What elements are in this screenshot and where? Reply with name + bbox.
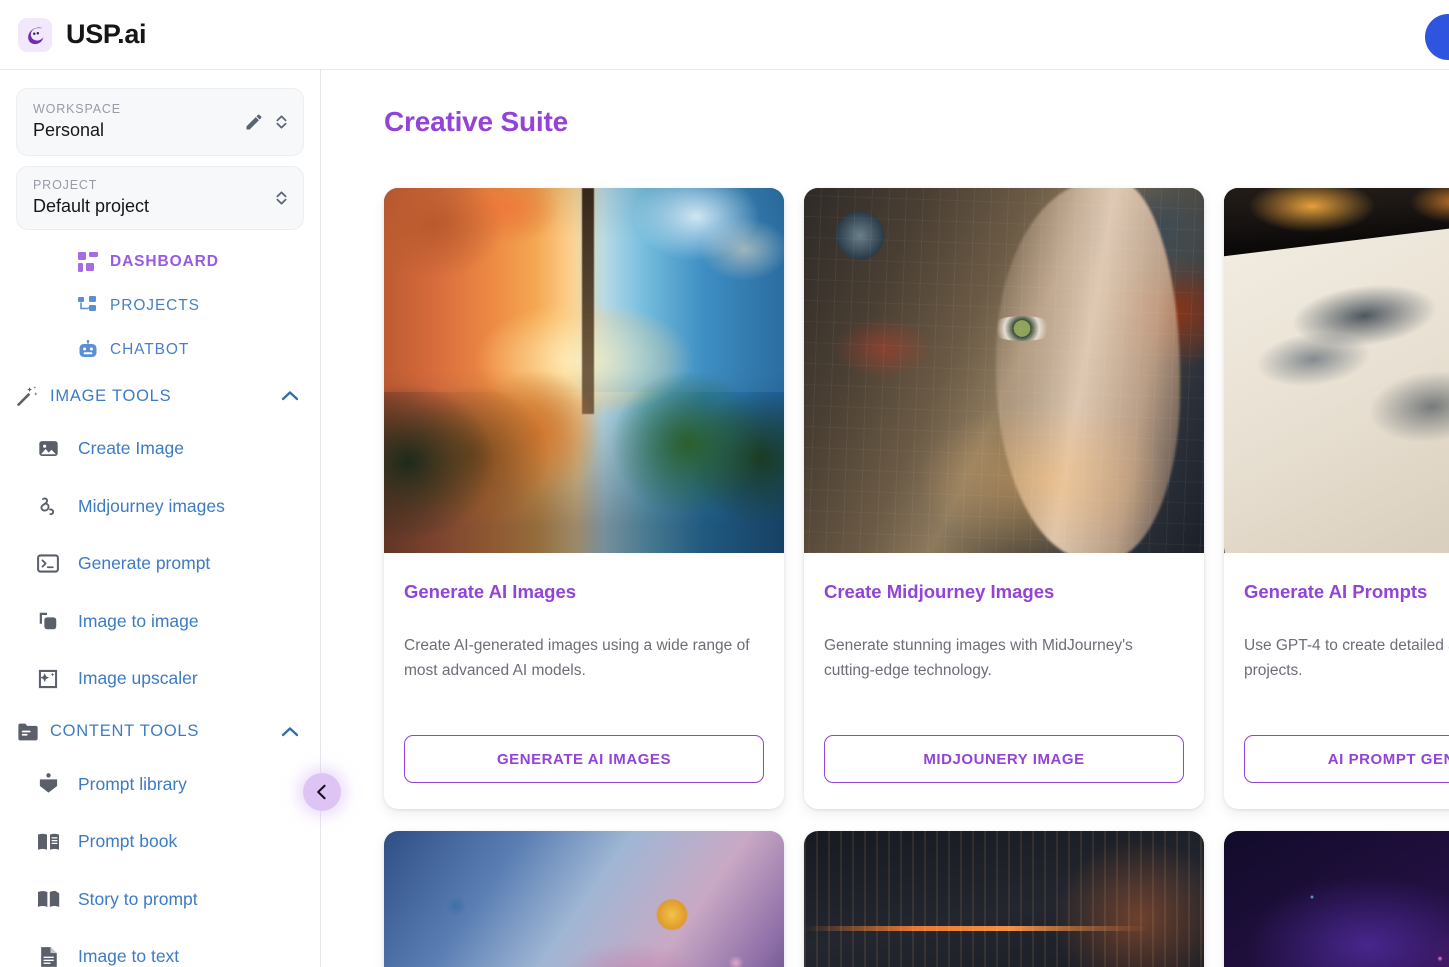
top-bar: USP.ai (0, 0, 1449, 70)
chevron-updown-icon[interactable] (274, 187, 289, 209)
chevron-updown-icon[interactable] (274, 111, 289, 133)
card-row2-coral[interactable] (384, 831, 784, 967)
card-body: Generate AI Images Create AI-generated i… (384, 553, 784, 809)
magic-wand-icon (10, 385, 46, 408)
collage-artwork-icon (804, 188, 1204, 553)
card-body: Create Midjourney Images Generate stunni… (804, 553, 1204, 809)
sidebar-item-image-upscaler[interactable]: Image upscaler (0, 650, 320, 708)
card-description: Use GPT-4 to create detailed and prompts… (1244, 637, 1449, 679)
sidebar-section-image-tools[interactable]: IMAGE TOOLS (0, 372, 320, 420)
top-bar-right (1369, 0, 1449, 70)
artwork-eye-detail (988, 315, 1056, 342)
project-value: Default project (33, 196, 150, 216)
sidebar-section-title: IMAGE TOOLS (50, 386, 172, 405)
sidebar-item-projects[interactable]: PROJECTS (0, 284, 320, 328)
sidebar: WORKSPACE Personal PROJECT Default proje… (0, 70, 321, 967)
workspace-selector[interactable]: WORKSPACE Personal (16, 88, 304, 156)
sidebar-item-label: Generate prompt (78, 553, 211, 574)
artwork-tree-detail (582, 188, 594, 415)
projects-tree-icon (66, 296, 110, 316)
sidebar-item-image-to-text[interactable]: Image to text (0, 928, 320, 967)
card-generate-ai-prompts[interactable]: Generate AI Prompts Use GPT-4 to create … (1224, 188, 1449, 809)
ai-prompt-generator-button[interactable]: AI PROMPT GENERATOR (1244, 735, 1449, 783)
nebula-artwork-icon (1224, 831, 1449, 967)
card-title: Generate AI Prompts (1244, 581, 1428, 602)
sidebar-item-generate-prompt[interactable]: Generate prompt (0, 535, 320, 593)
sidebar-item-story-to-prompt[interactable]: Story to prompt (0, 871, 320, 929)
brand[interactable]: USP.ai (0, 17, 147, 52)
open-book-icon (26, 832, 70, 852)
sidebar-item-chatbot[interactable]: CHATBOT (0, 328, 320, 372)
workspace-actions (244, 111, 289, 133)
main-content: Creative Suite Generate AI Images Create… (322, 70, 1449, 967)
pencil-icon[interactable] (244, 112, 264, 132)
sidebar-item-label: Story to prompt (78, 888, 198, 909)
card-image (804, 188, 1204, 553)
chevron-up-icon[interactable] (280, 389, 300, 403)
card-description: Generate stunning images with MidJourney… (824, 637, 1133, 679)
sidebar-item-image-to-image[interactable]: Image to image (0, 593, 320, 651)
coral-artwork-icon (384, 831, 784, 967)
card-body: Generate AI Prompts Use GPT-4 to create … (1224, 553, 1449, 809)
chevron-left-icon (317, 784, 326, 800)
sidebar-item-label: Image to image (78, 610, 199, 631)
chevron-up-icon[interactable] (280, 725, 300, 739)
card-description: Create AI-generated images using a wide … (404, 637, 750, 679)
artwork-face-detail (996, 188, 1180, 553)
sketch-artwork-icon (1224, 188, 1449, 553)
card-grid: Generate AI Images Create AI-generated i… (384, 188, 1449, 809)
sidebar-section-title: CONTENT TOOLS (50, 722, 200, 740)
sidebar-item-label: DASHBOARD (110, 253, 219, 270)
sidebar-item-midjourney-images[interactable]: Midjourney images (0, 478, 320, 536)
sidebar-item-label: PROJECTS (110, 297, 200, 314)
landscape-artwork-icon (384, 188, 784, 553)
copy-layers-icon (26, 610, 70, 632)
sidebar-item-label: Prompt library (78, 773, 187, 794)
sidebar-item-label: Image upscaler (78, 668, 198, 689)
card-image (1224, 188, 1449, 553)
document-icon (26, 946, 70, 967)
card-row2-nebula[interactable] (1224, 831, 1449, 967)
card-title: Create Midjourney Images (824, 581, 1055, 602)
sidebar-item-label: Create Image (78, 438, 185, 459)
crescent-logo-icon (18, 17, 52, 52)
sidebar-item-label: Prompt book (78, 831, 178, 852)
sidebar-section-content-tools[interactable]: CONTENT TOOLS (0, 708, 320, 756)
sidebar-item-label: Midjourney images (78, 495, 225, 516)
squiggle-icon (26, 495, 70, 517)
midjourney-image-button[interactable]: MIDJOUNERY IMAGE (824, 735, 1184, 783)
terminal-icon (26, 554, 70, 573)
sidebar-item-prompt-library[interactable]: Prompt library (0, 756, 320, 814)
card-grid-row-2 (384, 831, 1449, 967)
project-selector[interactable]: PROJECT Default project (16, 166, 304, 230)
card-generate-ai-images[interactable]: Generate AI Images Create AI-generated i… (384, 188, 784, 809)
sidebar-item-dashboard[interactable]: DASHBOARD (0, 240, 320, 284)
card-create-midjourney-images[interactable]: Create Midjourney Images Generate stunni… (804, 188, 1204, 809)
project-actions (274, 187, 289, 209)
upscale-sparkle-icon (26, 668, 70, 690)
sidebar-collapse-button[interactable] (303, 773, 341, 811)
sidebar-item-label: CHATBOT (110, 341, 190, 358)
avatar[interactable] (1425, 13, 1449, 60)
generate-ai-images-button[interactable]: GENERATE AI IMAGES (404, 735, 764, 783)
chatbot-robot-icon (66, 340, 110, 360)
card-row2-neon[interactable] (804, 831, 1204, 967)
brand-name: USP.ai (66, 19, 147, 49)
map-book-icon (26, 889, 70, 910)
project-label: PROJECT (33, 178, 98, 192)
image-icon (26, 438, 70, 459)
sidebar-item-label: Image to text (78, 946, 180, 967)
folder-icon (10, 722, 46, 742)
card-title: Generate AI Images (404, 581, 577, 602)
artwork-ink-detail (1224, 230, 1449, 553)
neon-artwork-icon (804, 831, 1204, 967)
card-image (384, 188, 784, 553)
book-bookmark-icon (26, 773, 70, 795)
page-title: Creative Suite (384, 106, 568, 137)
dashboard-grid-icon (66, 252, 110, 272)
sidebar-item-create-image[interactable]: Create Image (0, 420, 320, 478)
sidebar-item-prompt-book[interactable]: Prompt book (0, 813, 320, 871)
